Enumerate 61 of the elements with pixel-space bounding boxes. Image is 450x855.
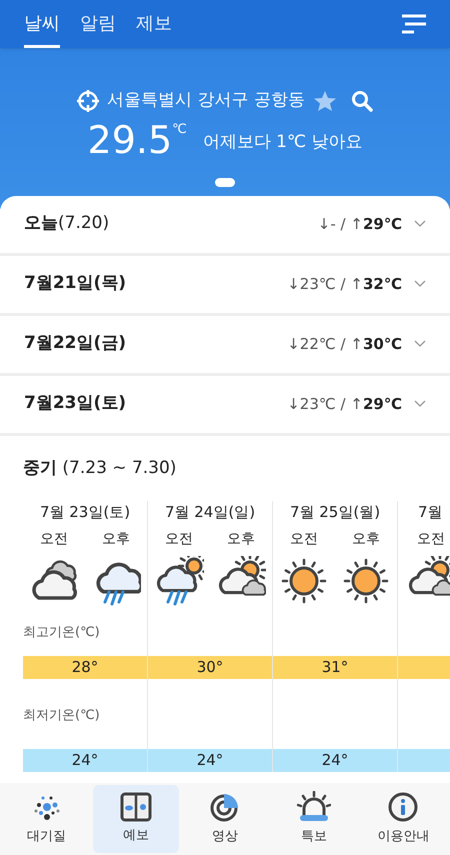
period-label: 오전 bbox=[417, 530, 445, 549]
location-name: 서울특별시 강서구 공항동 bbox=[107, 89, 305, 112]
period-label: 오후 bbox=[102, 530, 130, 549]
low-temperature-bar: 24° bbox=[23, 749, 147, 772]
siren-icon bbox=[297, 791, 332, 824]
chevron-icon bbox=[414, 220, 426, 228]
date-label: 7월 24일(일) bbox=[164, 502, 256, 523]
menu-icon[interactable] bbox=[402, 14, 426, 34]
high-temperature-bar: 30° bbox=[148, 656, 272, 679]
nav-item[interactable]: 영상 bbox=[182, 785, 268, 853]
low-temperature-bar: 24° bbox=[148, 749, 272, 772]
high-temperature-bar: 28° bbox=[23, 656, 147, 679]
day-label: 7월23일(토) bbox=[24, 392, 126, 416]
date-label: 7월 25일(월) bbox=[288, 502, 382, 523]
temperature-range: ↓23℃ / ↑29℃ bbox=[287, 394, 402, 415]
chevron-icon bbox=[414, 280, 426, 288]
period-label: 오전 bbox=[165, 530, 193, 549]
high-temperature-bar bbox=[398, 656, 450, 679]
temperature-range: ↓- / ↑29℃ bbox=[318, 214, 402, 235]
high-temperature-bar: 31° bbox=[273, 656, 397, 679]
search-icon[interactable] bbox=[350, 90, 373, 112]
window-icon bbox=[120, 792, 152, 822]
temperature-unit: ℃ bbox=[172, 120, 187, 138]
daily-forecast-row[interactable]: 오늘(7.20) ↓- / ↑29℃ bbox=[0, 196, 450, 256]
row-label: 최고기온(℃) bbox=[23, 624, 100, 642]
nav-item[interactable]: 대기질 bbox=[4, 785, 90, 853]
period-label: 오전 bbox=[290, 530, 318, 549]
tab[interactable]: 알림 bbox=[80, 0, 116, 48]
daily-forecast-row[interactable]: 7월23일(토) ↓23℃ / ↑29℃ bbox=[0, 376, 450, 436]
daily-forecast-row[interactable]: 7월21일(목) ↓23℃ / ↑32℃ bbox=[0, 256, 450, 316]
temperature-comparison: 어제보다 1℃ 낮아요 bbox=[202, 130, 362, 154]
star-icon[interactable] bbox=[312, 90, 337, 112]
section-title: 중기 (7.23 ~ 7.30) bbox=[23, 458, 176, 478]
info-icon bbox=[387, 791, 420, 824]
sun-icon bbox=[341, 556, 391, 606]
sun-icon bbox=[279, 556, 329, 606]
period-label: 오전 bbox=[40, 530, 68, 549]
day-label: 7월22일(금) bbox=[24, 332, 126, 356]
row-label: 최저기온(℃) bbox=[23, 706, 100, 724]
low-temperature-bar bbox=[398, 749, 450, 772]
radar-icon bbox=[208, 791, 241, 824]
day-label: 오늘(7.20) bbox=[24, 212, 110, 236]
temperature-range: ↓22℃ / ↑30℃ bbox=[287, 334, 402, 355]
chevron-icon bbox=[414, 400, 426, 408]
period-label: 오후 bbox=[227, 530, 255, 549]
low-temperature-bar: 24° bbox=[273, 749, 397, 772]
chevron-icon bbox=[414, 340, 426, 348]
sun-rain-cloud-icon bbox=[154, 556, 204, 606]
nav-item[interactable]: 특보 bbox=[271, 785, 358, 853]
daily-forecast-row[interactable]: 7월22일(금) ↓22℃ / ↑30℃ bbox=[0, 316, 450, 376]
period-label: 오후 bbox=[352, 530, 380, 549]
nav-item[interactable]: 예보 bbox=[92, 785, 179, 853]
location-target-icon[interactable] bbox=[77, 90, 100, 112]
date-label: 7월 23일(토) bbox=[38, 502, 132, 523]
tab[interactable]: 제보 bbox=[136, 0, 172, 48]
tab[interactable]: 날씨 bbox=[24, 0, 60, 48]
nav-item[interactable]: 이용안내 bbox=[360, 785, 446, 853]
temperature-range: ↓23℃ / ↑32℃ bbox=[287, 274, 402, 295]
day-label: 7월21일(목) bbox=[24, 272, 126, 296]
date-label: 7월 bbox=[417, 502, 444, 523]
current-temperature: 29.5 bbox=[88, 116, 172, 164]
